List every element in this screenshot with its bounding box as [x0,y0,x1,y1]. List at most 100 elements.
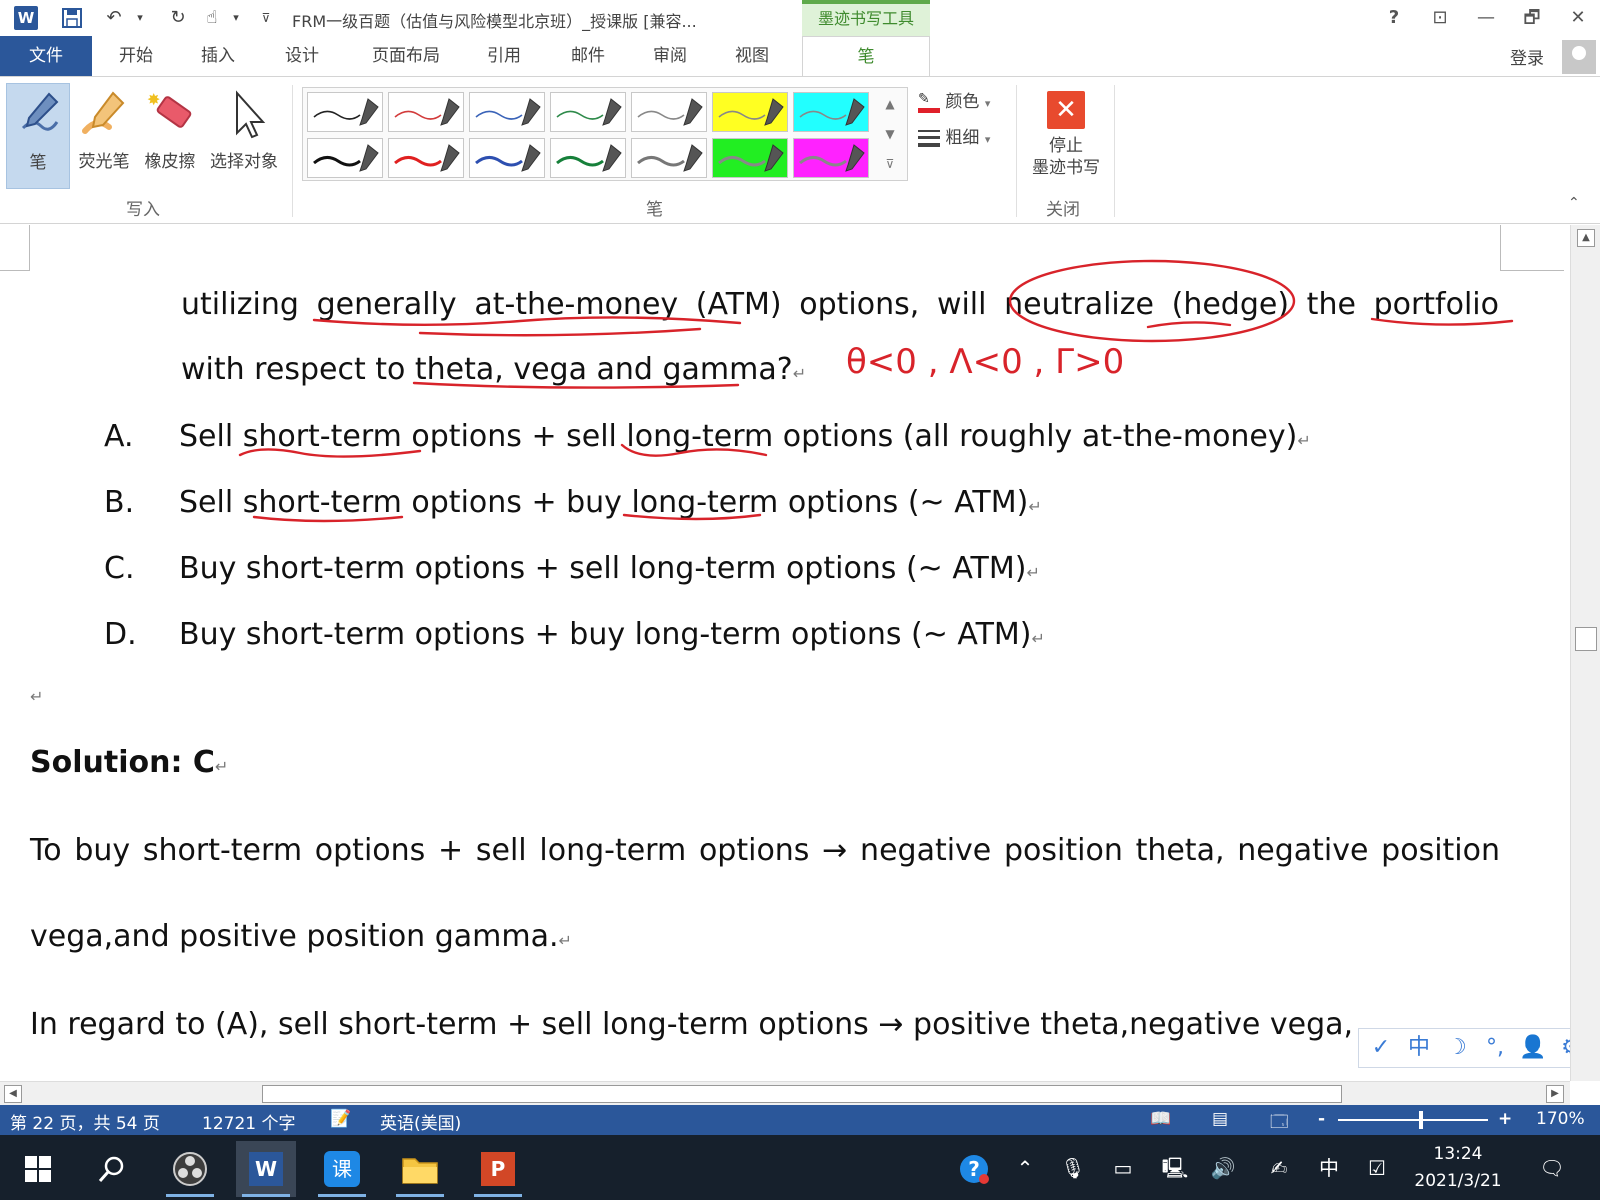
document-area[interactable]: utilizing generally at-the-money (ATM) o… [0,225,1570,1081]
microphone-icon[interactable]: 🎙 [1058,1153,1088,1183]
pen-style-swatch[interactable] [550,92,626,132]
tab-design[interactable]: 设计 [266,36,338,76]
highlighter-button[interactable]: 荧光笔 [72,83,136,189]
ime-toolbar: ✓ 中 ☽ °, 👤 ⚙ [1358,1028,1598,1068]
file-explorer-icon[interactable] [390,1141,450,1197]
pen-style-swatch[interactable] [388,138,464,178]
action-center-icon[interactable]: 🗨 [1534,1153,1570,1183]
collapse-ribbon-icon[interactable]: ⌃ [1568,195,1580,211]
tab-home[interactable]: 开始 [100,36,172,76]
pen-style-swatch[interactable] [388,92,464,132]
gallery-scroll-up-icon[interactable]: ▲ [875,90,905,118]
start-windows-icon[interactable] [8,1141,68,1197]
pen-style-swatch[interactable] [793,92,869,132]
tab-insert[interactable]: 插入 [182,36,254,76]
touch-dropdown-icon[interactable]: ▾ [224,4,248,32]
sign-in-link[interactable]: 登录 [1510,44,1544,69]
tab-view[interactable]: 视图 [716,36,788,76]
zoom-slider-track[interactable] [1338,1119,1488,1121]
obs-studio-icon[interactable] [160,1141,220,1197]
word-taskbar-icon[interactable]: W [236,1141,296,1197]
pen-style-swatch[interactable] [631,92,707,132]
scroll-right-arrow-icon[interactable]: ▶ [1546,1085,1564,1103]
word-count[interactable]: 12721 个字 [202,1109,295,1134]
horizontal-scroll-thumb[interactable] [262,1085,1342,1103]
pen-style-swatch[interactable] [307,92,383,132]
page-count[interactable]: 第 22 页，共 54 页 [10,1109,160,1134]
ime-moon-icon[interactable]: ☽ [1439,1033,1475,1063]
pen-icon [21,92,59,131]
ime-check-icon[interactable]: ✓ [1363,1033,1399,1063]
ime-checkbox-icon[interactable]: ☑ [1360,1153,1394,1183]
touch-mode-icon[interactable]: ☝ [200,4,224,32]
restore-button[interactable]: 🗗 [1514,4,1550,32]
group-separator [1016,85,1017,217]
eraser-button[interactable]: ✸ 橡皮擦 [138,83,202,189]
show-hidden-icons-chevron-icon[interactable]: ⌃ [1010,1153,1040,1183]
zoom-in-button[interactable]: + [1498,1109,1512,1129]
zoom-slider-thumb[interactable] [1418,1111,1423,1129]
pen-style-swatch[interactable] [712,92,788,132]
undo-icon[interactable]: ↶ [102,4,126,32]
web-layout-icon[interactable]: 🗔 [1270,1109,1288,1138]
scroll-left-arrow-icon[interactable]: ◀ [4,1085,22,1103]
gallery-expand-icon[interactable]: ⊽ [875,150,905,178]
pen-style-swatch[interactable] [631,138,707,178]
horizontal-scrollbar[interactable]: ◀ ▶ [0,1081,1570,1105]
pen-style-swatch[interactable] [793,138,869,178]
pen-style-swatch[interactable] [712,138,788,178]
explanation-line-1: To buy short-term options + sell long-te… [30,833,1500,868]
zoom-level[interactable]: 170% [1536,1109,1585,1129]
search-icon[interactable] [82,1141,142,1197]
battery-icon[interactable]: ▭ [1106,1153,1140,1183]
tab-file[interactable]: 文件 [0,36,92,76]
tab-layout[interactable]: 页面布局 [356,36,456,76]
ime-punctuation-icon[interactable]: °, [1477,1033,1513,1063]
powerpoint-taskbar-icon[interactable]: P [468,1141,528,1197]
language-indicator[interactable]: 英语(美国) [380,1109,461,1134]
input-language-indicator[interactable]: 中 [1312,1153,1346,1183]
pen-style-swatch[interactable] [550,138,626,178]
read-mode-icon[interactable]: 📖 [1150,1109,1171,1129]
select-objects-button[interactable]: 选择对象 [206,83,282,189]
customize-qat-icon[interactable]: ⊽ [254,4,278,32]
ime-chinese-mode[interactable]: 中 [1401,1033,1437,1063]
print-layout-icon[interactable]: ▤ [1212,1109,1228,1129]
close-button[interactable]: ✕ [1560,4,1596,32]
pen-button[interactable]: 笔 [6,83,70,189]
taskbar-clock[interactable]: 13:24 2021/3/21 [1398,1141,1518,1195]
pen-color-button[interactable]: ✎ 颜色 ▾ [918,87,990,113]
gallery-scroll-down-icon[interactable]: ▼ [875,120,905,148]
tencent-classroom-icon[interactable]: 课 [312,1141,372,1197]
vertical-scrollbar[interactable]: ▲ [1570,225,1600,1081]
user-avatar[interactable] [1562,40,1596,74]
word-app-icon[interactable]: W [14,6,38,30]
stop-inking-button[interactable]: ✕ 停止 墨迹书写 [1024,83,1108,189]
tab-review[interactable]: 审阅 [634,36,706,76]
network-icon[interactable]: 🖳 [1158,1153,1192,1183]
tab-references[interactable]: 引用 [468,36,540,76]
redo-icon[interactable]: ↻ [166,4,190,32]
pen-style-swatch[interactable] [469,92,545,132]
proofing-icon[interactable]: 📝 [330,1109,351,1129]
scroll-up-arrow-icon[interactable]: ▲ [1577,229,1595,247]
volume-icon[interactable]: 🔊 [1206,1153,1240,1183]
pen-weight-button[interactable]: 粗细 ▾ [918,123,990,148]
solution-heading: Solution: C↵ [30,745,229,780]
pen-style-swatch[interactable] [469,138,545,178]
group-separator [1114,85,1115,217]
ribbon-display-options-button[interactable]: ⊡ [1422,4,1458,32]
help-button[interactable]: ? [1376,4,1412,32]
minimize-button[interactable]: — [1468,4,1504,32]
undo-dropdown-icon[interactable]: ▾ [128,4,152,32]
task-running-indicator [166,1194,214,1197]
vertical-scroll-thumb[interactable] [1575,627,1597,651]
save-icon[interactable] [60,4,84,32]
pen-style-swatch[interactable] [307,138,383,178]
tab-mailings[interactable]: 邮件 [552,36,624,76]
tab-pen[interactable]: 笔 [802,36,930,77]
zoom-out-button[interactable]: - [1318,1109,1325,1129]
help-tray-icon[interactable]: ? [956,1153,992,1184]
ime-user-icon[interactable]: 👤 [1515,1033,1551,1063]
pen-workspace-icon[interactable]: ✍ [1262,1153,1296,1183]
